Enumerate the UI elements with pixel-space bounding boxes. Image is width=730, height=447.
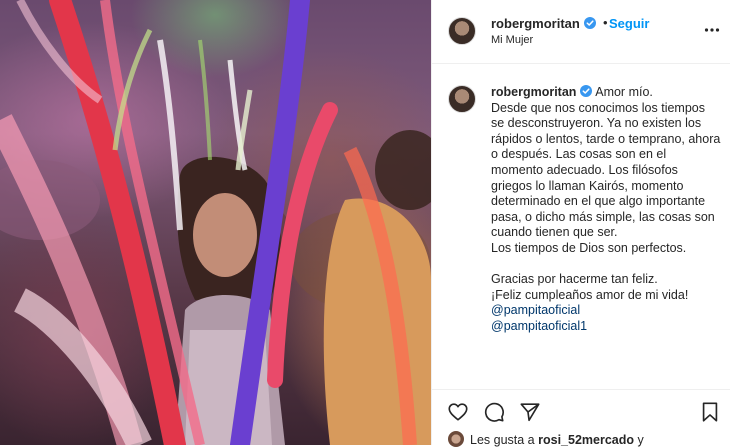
post-location[interactable]: Mi Mujer — [491, 34, 533, 46]
caption-avatar[interactable] — [448, 85, 476, 113]
post-side-panel: robergmoritan • Seguir Mi Mujer robergmo… — [431, 0, 730, 447]
caption-line: Amor mío. — [595, 85, 653, 99]
more-options-icon[interactable] — [704, 22, 720, 38]
post-photo[interactable] — [0, 0, 431, 445]
caption-text: robergmoritan Amor mío. Desde que nos co… — [491, 85, 721, 335]
share-icon[interactable] — [519, 401, 541, 423]
bookmark-icon[interactable] — [699, 401, 721, 423]
comment-icon[interactable] — [483, 401, 505, 423]
mention-link[interactable]: @pampitaoficial1 — [491, 319, 721, 335]
author-avatar[interactable] — [448, 17, 476, 45]
caption-line: Gracias por hacerme tan feliz. — [491, 272, 658, 287]
caption-line: ¡Feliz cumpleaños amor de mi vida! — [491, 287, 689, 302]
author-username[interactable]: robergmoritan — [491, 16, 580, 31]
caption-username[interactable]: robergmoritan — [491, 85, 593, 99]
author-username-link[interactable]: robergmoritan — [491, 16, 596, 31]
caption-username-text[interactable]: robergmoritan — [491, 85, 576, 99]
post-header: robergmoritan • Seguir Mi Mujer — [432, 0, 730, 64]
photo-illustration — [0, 0, 431, 445]
separator-dot: • — [603, 15, 608, 30]
mention-link[interactable]: @pampitaoficial — [491, 303, 721, 319]
caption-line: Desde que nos conocimos los tiempos se d… — [491, 100, 721, 240]
follow-button[interactable]: Seguir — [609, 16, 649, 31]
verified-badge-icon — [583, 17, 596, 29]
verified-badge-icon — [580, 85, 593, 97]
post-caption: robergmoritan Amor mío. Desde que nos co… — [432, 64, 730, 384]
heart-icon[interactable] — [447, 401, 469, 423]
caption-line: Los tiempos de Dios son perfectos. — [491, 240, 687, 255]
